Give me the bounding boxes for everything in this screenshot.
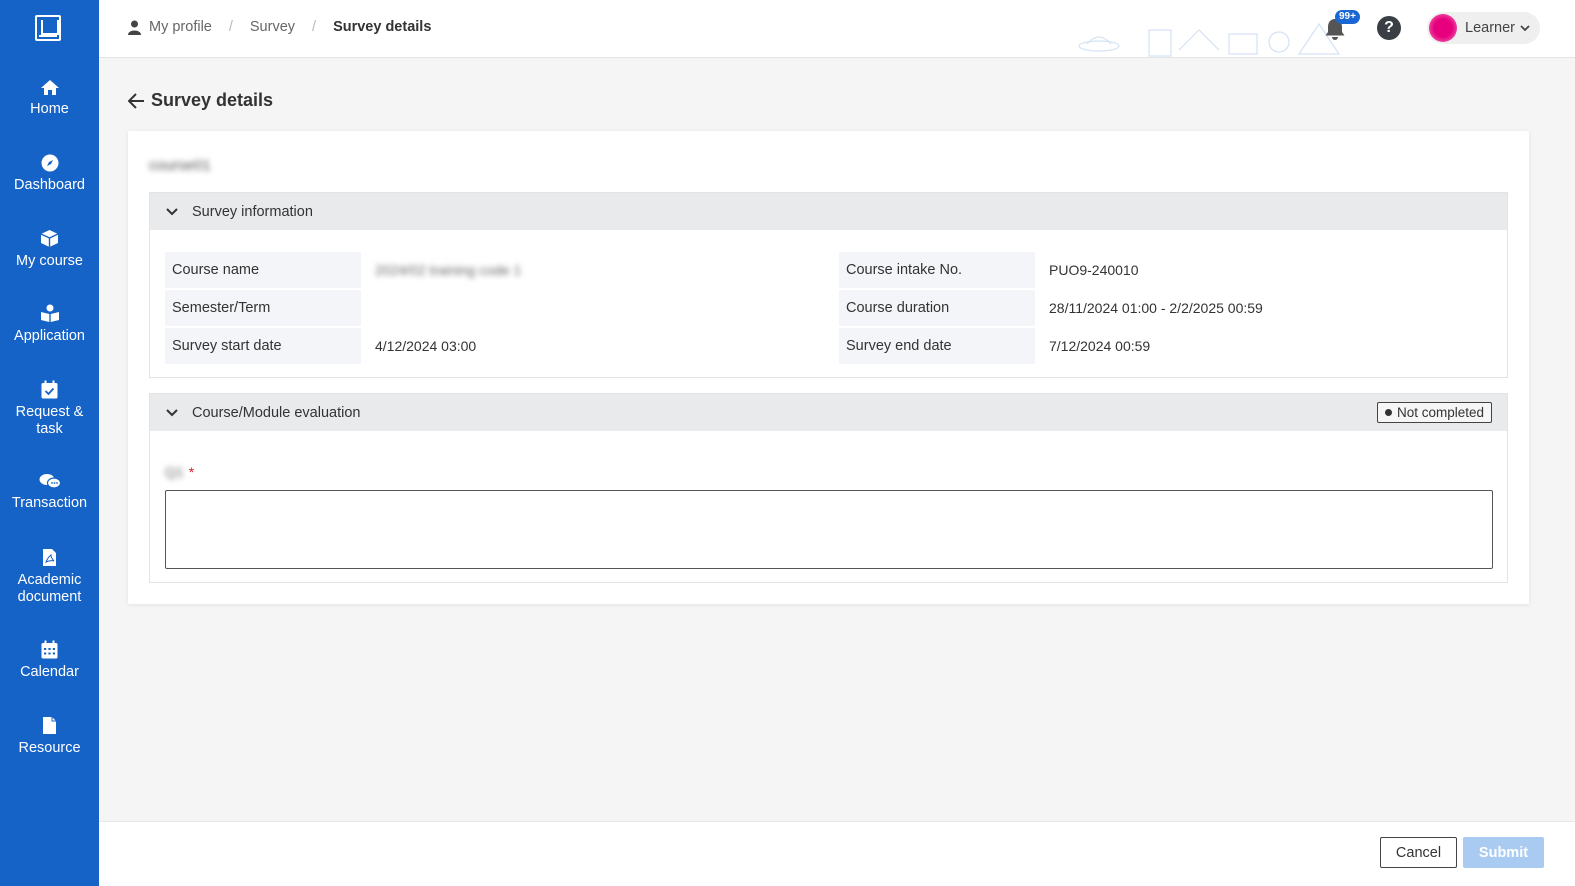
sidebar-item-label: Resource <box>18 740 81 756</box>
info-label: Course intake No. <box>839 252 1035 288</box>
compass-icon <box>41 154 58 172</box>
info-label: Survey start date <box>165 328 361 364</box>
chat-icon <box>39 474 61 489</box>
section-title: Survey information <box>192 203 313 220</box>
chevron-down-icon <box>1520 24 1530 31</box>
sidebar-item-home[interactable]: Home <box>0 79 99 118</box>
sidebar-item-my-course[interactable]: My course <box>0 229 99 270</box>
app-logo[interactable] <box>35 15 61 41</box>
info-value: 2024/02 training code 1 <box>375 262 522 278</box>
chevron-down-icon <box>166 408 178 416</box>
evaluation-section: Course/Module evaluation Not completed Q… <box>149 393 1508 583</box>
sidebar-item-label: Transaction <box>11 495 88 511</box>
status-dot-icon <box>1384 409 1392 416</box>
sidebar-item-label: My course <box>16 253 83 269</box>
info-row-course-name: Course name 2024/02 training code 1 <box>165 252 521 288</box>
question-text: Q1 <box>165 464 184 480</box>
sidebar-item-request-task[interactable]: Request & task <box>0 380 99 438</box>
page-header: Survey details <box>128 90 273 111</box>
user-name: Learner <box>1465 20 1515 36</box>
user-menu[interactable]: Learner <box>1427 12 1540 44</box>
answer-textarea[interactable] <box>165 490 1493 569</box>
cancel-button[interactable]: Cancel <box>1380 837 1457 868</box>
help-icon[interactable]: ? <box>1377 16 1401 40</box>
breadcrumb-separator: / <box>312 19 317 35</box>
info-label: Survey end date <box>839 328 1035 364</box>
info-value: 4/12/2024 03:00 <box>375 338 477 354</box>
breadcrumb-my-profile[interactable]: My profile <box>149 19 212 35</box>
cube-icon <box>40 230 59 247</box>
info-row-survey-start: Survey start date 4/12/2024 03:00 <box>165 328 476 364</box>
avatar <box>1429 14 1457 42</box>
sidebar-item-label: Home <box>30 101 69 117</box>
sidebar-item-label-line2: document <box>17 589 82 605</box>
sidebar-item-label-line2: task <box>36 421 63 437</box>
calendar-check-icon <box>41 380 58 399</box>
breadcrumb-survey[interactable]: Survey <box>250 19 295 35</box>
sidebar-item-label: Request & <box>15 404 84 420</box>
info-row-survey-end: Survey end date 7/12/2024 00:59 <box>839 328 1150 364</box>
sidebar-item-resource[interactable]: Resource <box>0 716 99 757</box>
info-value: 7/12/2024 00:59 <box>1049 338 1151 354</box>
survey-information-header[interactable]: Survey information <box>150 193 1507 230</box>
sidebar-item-label: Dashboard <box>14 177 85 193</box>
book-reader-icon <box>40 304 59 322</box>
home-icon <box>40 80 59 95</box>
info-value <box>361 290 375 326</box>
footer-bar: Cancel Submit <box>99 821 1575 886</box>
question-label: Q1 * <box>165 464 194 480</box>
breadcrumb: My profile / Survey / Survey details <box>128 19 431 35</box>
survey-information-section: Survey information Course name 2024/02 t… <box>149 192 1508 378</box>
breadcrumb-current: Survey details <box>333 19 432 35</box>
sidebar-item-transaction[interactable]: Transaction <box>0 473 99 512</box>
sidebar-item-calendar[interactable]: Calendar <box>0 640 99 681</box>
course-code: course01 <box>149 157 211 174</box>
doodle-decoration-icon <box>1078 22 1341 57</box>
status-text: Not completed <box>1396 405 1484 420</box>
info-label: Course duration <box>839 290 1035 326</box>
chevron-down-icon <box>166 207 178 215</box>
info-value: 28/11/2024 01:00 - 2/2/2025 00:59 <box>1049 300 1263 316</box>
sidebar: Home Dashboard My course Application Req… <box>0 0 99 886</box>
section-title: Course/Module evaluation <box>192 404 361 421</box>
info-row-intake-no: Course intake No. PUO9-240010 <box>839 252 1139 288</box>
user-icon <box>128 20 141 35</box>
submit-button[interactable]: Submit <box>1463 837 1544 868</box>
info-label: Semester/Term <box>165 290 361 326</box>
evaluation-header[interactable]: Course/Module evaluation Not completed <box>150 394 1507 431</box>
info-value: PUO9-240010 <box>1049 262 1139 278</box>
status-badge: Not completed <box>1376 402 1492 423</box>
back-arrow-icon[interactable] <box>128 92 145 109</box>
survey-card: course01 Survey information Course name … <box>128 131 1529 604</box>
info-label: Course name <box>165 252 361 288</box>
sidebar-item-dashboard[interactable]: Dashboard <box>0 154 99 194</box>
sidebar-item-academic-document[interactable]: Academic document <box>0 548 99 606</box>
sidebar-item-label: Academic <box>17 572 82 588</box>
calendar-icon <box>41 640 58 659</box>
sidebar-item-label: Application <box>14 328 85 344</box>
info-row-semester: Semester/Term <box>165 290 375 326</box>
notification-badge: 99+ <box>1335 10 1360 24</box>
info-row-course-duration: Course duration 28/11/2024 01:00 - 2/2/2… <box>839 290 1263 326</box>
sidebar-item-application[interactable]: Application <box>0 304 99 345</box>
sidebar-item-label: Calendar <box>20 664 79 680</box>
page-title: Survey details <box>151 90 274 110</box>
required-mark: * <box>188 464 195 480</box>
breadcrumb-separator: / <box>228 19 233 35</box>
pdf-file-icon <box>43 549 56 566</box>
file-icon <box>43 717 56 734</box>
top-header: My profile / Survey / Survey details 99+… <box>99 0 1575 58</box>
